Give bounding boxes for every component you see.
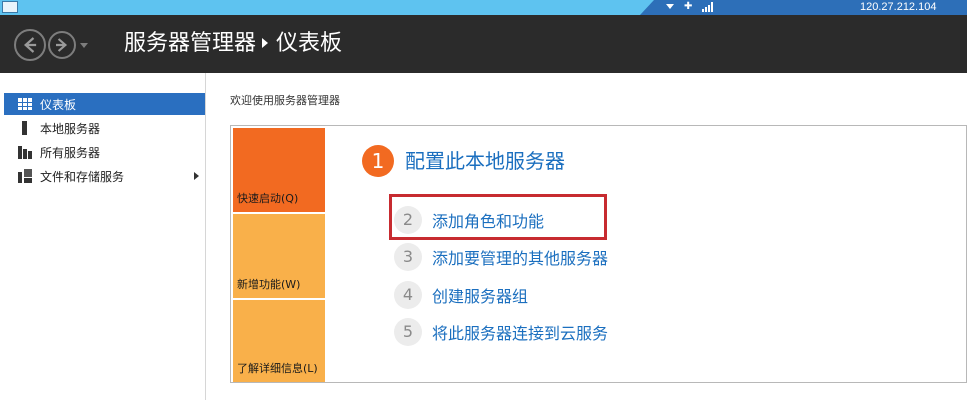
welcome-heading: 欢迎使用服务器管理器 xyxy=(230,94,340,107)
sidebar-item-dashboard[interactable]: 仪表板 xyxy=(4,93,205,115)
step-link[interactable]: 将此服务器连接到云服务 xyxy=(432,320,608,344)
forward-button[interactable] xyxy=(48,31,76,59)
step-number-badge: 4 xyxy=(394,281,422,309)
breadcrumb-separator-icon xyxy=(262,37,269,48)
tile-learn-more[interactable]: 了解详细信息(L) xyxy=(233,300,325,382)
pin-icon[interactable]: ✚ xyxy=(684,1,692,13)
app-title: 服务器管理器 xyxy=(124,31,257,56)
tile-whats-new[interactable]: 新增功能(W) xyxy=(233,214,325,298)
history-dropdown-icon[interactable] xyxy=(80,43,88,48)
remote-desktop-icon[interactable] xyxy=(2,1,18,13)
breadcrumb-current: 仪表板 xyxy=(276,31,343,56)
sidebar-item-label: 仪表板 xyxy=(40,97,77,112)
configure-local-server-link[interactable]: 配置此本地服务器 xyxy=(405,146,565,176)
step-number-badge: 1 xyxy=(362,145,394,177)
sidebar: 仪表板 本地服务器 所有服务器 文件和存储服务 xyxy=(0,73,206,400)
tile-label: 快速启动(Q) xyxy=(237,192,299,205)
dashboard-icon xyxy=(18,97,32,111)
step-number-badge: 5 xyxy=(394,318,422,346)
step-add-servers[interactable]: 3 添加要管理的其他服务器 xyxy=(394,243,608,271)
chevron-right-icon[interactable] xyxy=(194,172,199,180)
page-title: 服务器管理器 仪表板 xyxy=(124,29,342,59)
tile-label: 了解详细信息(L) xyxy=(237,362,318,375)
step-link[interactable]: 创建服务器组 xyxy=(432,283,528,307)
sidebar-item-local-server[interactable]: 本地服务器 xyxy=(4,117,205,139)
arrow-right-icon xyxy=(56,38,68,52)
servers-icon xyxy=(18,145,32,159)
step-number-badge: 3 xyxy=(394,243,422,271)
connection-bar: ✚ 120.27.212.104 xyxy=(0,0,967,15)
sidebar-item-label: 所有服务器 xyxy=(40,145,101,160)
step-connect-cloud[interactable]: 5 将此服务器连接到云服务 xyxy=(394,318,608,346)
tile-quick-start[interactable]: 快速启动(Q) xyxy=(233,128,325,212)
step-link[interactable]: 添加要管理的其他服务器 xyxy=(432,245,608,269)
sidebar-item-label: 文件和存储服务 xyxy=(40,169,125,184)
sidebar-item-file-storage[interactable]: 文件和存储服务 xyxy=(4,165,205,187)
dropdown-arrow-icon[interactable] xyxy=(666,4,674,9)
app-header: 服务器管理器 仪表板 xyxy=(0,15,967,73)
sidebar-item-label: 本地服务器 xyxy=(40,121,101,136)
highlight-box xyxy=(389,194,607,240)
step-create-server-group[interactable]: 4 创建服务器组 xyxy=(394,281,528,309)
connection-ip: 120.27.212.104 xyxy=(860,1,937,13)
tile-label: 新增功能(W) xyxy=(237,278,301,291)
arrow-left-icon xyxy=(23,37,37,53)
back-button[interactable] xyxy=(14,29,46,61)
storage-icon xyxy=(18,169,32,183)
sidebar-item-all-servers[interactable]: 所有服务器 xyxy=(4,141,205,163)
server-icon xyxy=(18,121,32,135)
signal-strength-icon xyxy=(702,2,716,12)
